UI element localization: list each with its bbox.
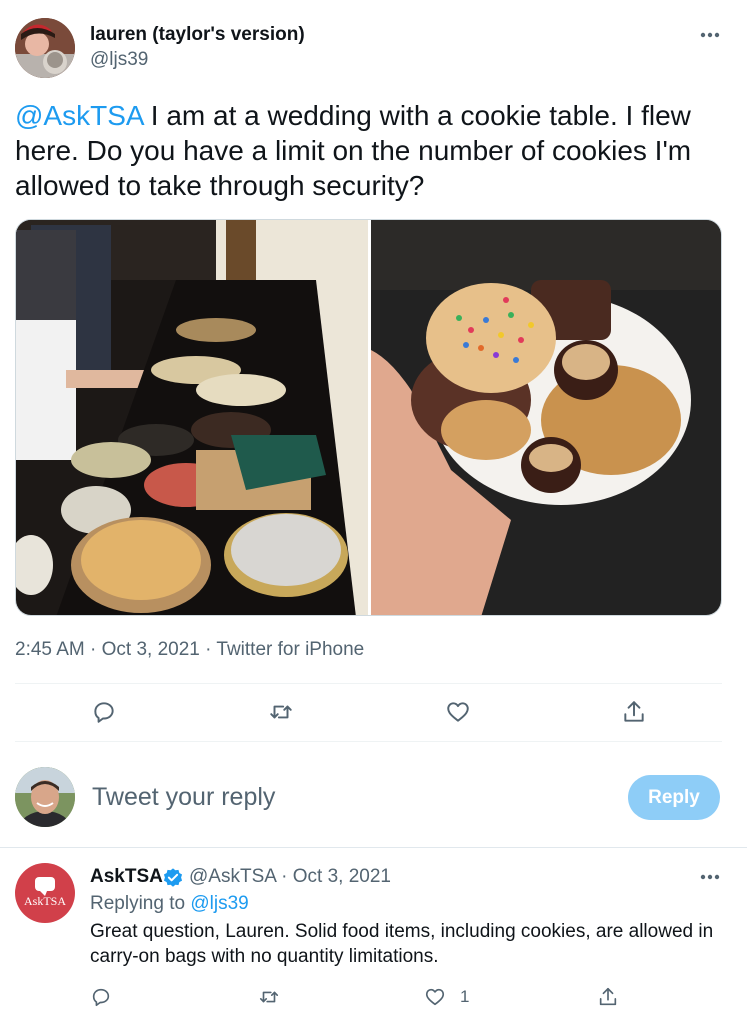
replying-prefix: Replying to — [90, 893, 186, 914]
divider — [15, 683, 722, 684]
cookie-plate-photo[interactable] — [371, 220, 721, 615]
mention-link[interactable]: @AskTSA — [15, 100, 143, 131]
author-handle[interactable]: @ljs39 — [90, 49, 148, 71]
retweet-icon[interactable] — [266, 697, 296, 727]
tweet-media[interactable] — [15, 219, 722, 616]
reply-author-handle[interactable]: @AskTSA — [189, 866, 276, 887]
reply-reply-icon[interactable] — [90, 984, 112, 1010]
reply-like-count: 1 — [460, 987, 470, 1006]
asktsa-avatar-label: AskTSA — [23, 894, 66, 908]
divider — [0, 847, 747, 848]
asktsa-avatar[interactable]: AskTSA — [15, 863, 75, 923]
reply-date[interactable]: Oct 3, 2021 — [293, 866, 391, 887]
reply-button[interactable]: Reply — [628, 775, 720, 820]
replying-to-link[interactable]: @ljs39 — [190, 893, 248, 914]
tweet-date[interactable]: Oct 3, 2021 — [102, 639, 200, 660]
meta-separator: · — [90, 639, 102, 660]
reply-author-name[interactable]: AskTSA — [90, 866, 163, 888]
tweet-text: @AskTSA I am at a wedding with a cookie … — [15, 98, 730, 203]
reply-input[interactable]: Tweet your reply — [92, 783, 275, 812]
meta-separator: · — [205, 639, 217, 660]
author-name[interactable]: lauren (taylor's version) — [90, 24, 305, 46]
cookie-table-photo[interactable] — [16, 220, 368, 615]
current-user-avatar[interactable] — [15, 767, 75, 827]
share-icon[interactable] — [619, 697, 649, 727]
tweet-metadata: 2:45 AM · Oct 3, 2021 · Twitter for iPho… — [15, 639, 364, 661]
divider — [15, 741, 722, 742]
more-options-icon[interactable] — [697, 22, 723, 48]
tweet-source[interactable]: Twitter for iPhone — [216, 639, 364, 660]
reply-more-options-icon[interactable] — [697, 864, 723, 890]
tweet-time[interactable]: 2:45 AM — [15, 639, 85, 660]
reply-like-icon — [424, 986, 446, 1008]
reply-handle-date: @AskTSA · Oct 3, 2021 — [189, 866, 391, 888]
like-icon[interactable] — [443, 697, 473, 727]
meta-separator: · — [281, 866, 293, 887]
reply-text: Great question, Lauren. Solid food items… — [90, 921, 714, 967]
reply-share-icon[interactable] — [597, 984, 619, 1010]
reply-retweet-icon[interactable] — [258, 984, 280, 1010]
chat-bubble-icon — [35, 877, 55, 896]
author-avatar[interactable] — [15, 18, 75, 78]
replying-to: Replying to @ljs39 — [90, 893, 249, 915]
reply-icon[interactable] — [89, 697, 119, 727]
verified-badge-icon — [162, 867, 184, 889]
reply-like-button[interactable]: 1 — [424, 984, 469, 1010]
